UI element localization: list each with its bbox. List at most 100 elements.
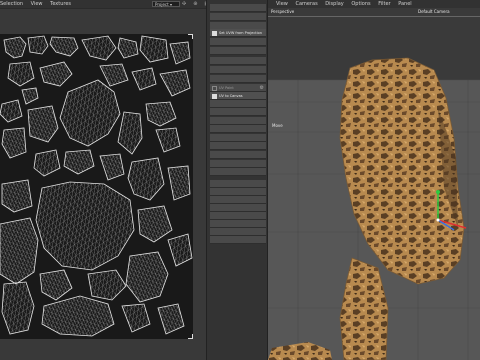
cmd-item[interactable] (210, 66, 266, 74)
gizmo-y-handle (436, 190, 440, 194)
menu-display[interactable]: Display (325, 0, 343, 8)
uv-island (137, 205, 173, 243)
uv-island (21, 87, 39, 105)
cmd-item[interactable] (210, 212, 266, 220)
cmd-label: UV Paint (219, 86, 234, 90)
cmd-item[interactable] (210, 117, 266, 125)
menu-view[interactable]: View (31, 0, 43, 8)
cmd-item[interactable] (210, 142, 266, 150)
uv-island (145, 101, 177, 127)
cmd-set-uvw-from-projection[interactable]: Set UVW from Projection (210, 29, 266, 37)
rock-lower (339, 257, 389, 360)
cmd-item[interactable] (210, 47, 266, 55)
projection-select-value: Project (155, 2, 169, 7)
cmd-item[interactable] (210, 151, 266, 159)
cmd-item[interactable] (210, 188, 266, 196)
checkbox-checked[interactable] (212, 93, 217, 99)
uv-editor-menu: Selection View Textures (0, 0, 77, 8)
menu-textures[interactable]: Textures (50, 0, 71, 8)
cmd-item[interactable] (210, 180, 266, 188)
menu-vp-view[interactable]: View (276, 0, 288, 8)
menu-options[interactable]: Options (351, 0, 370, 8)
menu-filter[interactable]: Filter (378, 0, 390, 8)
uv-island (169, 41, 191, 65)
projection-select[interactable]: Project ▾ (152, 1, 180, 7)
uv-island (127, 157, 165, 201)
gizmo-center (436, 218, 440, 222)
uv-island (27, 105, 59, 143)
uv-island (1, 127, 27, 159)
uv-canvas[interactable] (0, 34, 193, 339)
uv-islands (0, 35, 193, 337)
3d-viewport[interactable]: Perspective Default Camera Move View Tra… (268, 8, 480, 360)
uv-island (49, 36, 79, 57)
uv-island (159, 69, 191, 97)
uv-island (39, 269, 73, 301)
uv-island (3, 36, 27, 59)
cmd-item[interactable] (210, 100, 266, 108)
uv-island (117, 37, 139, 59)
uv-command-panel: Set UVW from Projection UV Paint ⚙ UV to… (206, 0, 268, 360)
uv-island (0, 99, 23, 123)
uv-island (1, 179, 33, 213)
uv-editor-panel (0, 9, 206, 360)
cmd-item[interactable] (210, 4, 266, 12)
zoom-icon[interactable]: ✣ (182, 1, 187, 7)
uv-island (121, 303, 151, 333)
cmd-item[interactable] (210, 204, 266, 212)
uv-island (1, 281, 35, 335)
uv-island (99, 153, 125, 181)
uv-island (39, 61, 73, 87)
uv-toolbar: ✣⊕▣ (182, 1, 209, 7)
uv-island (157, 303, 185, 335)
menu-selection[interactable]: Selection (0, 0, 23, 8)
checkbox[interactable] (212, 85, 217, 91)
menu-panel[interactable]: Panel (398, 0, 412, 8)
uv-island (155, 127, 181, 153)
uv-island (99, 63, 129, 87)
uv-island (35, 181, 135, 271)
cmd-uv-paint[interactable]: UV Paint ⚙ (210, 84, 266, 92)
uv-island (7, 61, 35, 87)
gear-icon[interactable]: ⚙ (260, 84, 264, 91)
chevron-down-icon: ▾ (169, 2, 172, 7)
rock-model[interactable] (268, 8, 480, 360)
uv-bounds-corner (188, 34, 193, 39)
uv-island (63, 149, 95, 175)
cmd-item[interactable] (210, 168, 266, 176)
uv-bounds-corner (188, 334, 193, 339)
checkbox-checked[interactable] (212, 30, 217, 36)
uv-island (0, 217, 39, 285)
cmd-item[interactable] (210, 75, 266, 83)
cmd-item[interactable] (210, 13, 266, 21)
uv-island (81, 35, 117, 61)
uv-island (27, 35, 49, 55)
cmd-item[interactable] (210, 125, 266, 133)
cmd-item[interactable] (210, 134, 266, 142)
cmd-item[interactable] (210, 228, 266, 236)
cmd-uv-to-canvas[interactable]: UV to Canvas (210, 92, 266, 100)
uv-island (131, 67, 157, 91)
rock-base-fragment (268, 342, 332, 360)
cmd-item[interactable] (210, 57, 266, 65)
uv-island (41, 295, 115, 337)
cmd-item[interactable] (210, 38, 266, 46)
uv-island (167, 165, 191, 201)
uv-island (117, 111, 143, 155)
uv-island (139, 35, 169, 63)
cmd-item[interactable] (210, 196, 266, 204)
cmd-label: Set UVW from Projection (219, 31, 262, 35)
cmd-label: UV to Canvas (219, 94, 243, 98)
cmd-item[interactable] (210, 236, 266, 244)
pan-icon[interactable]: ⊕ (193, 1, 198, 7)
uv-island (167, 233, 193, 267)
cmd-item[interactable] (210, 108, 266, 116)
cmd-item[interactable] (210, 220, 266, 228)
viewport-menu: View Cameras Display Options Filter Pane… (276, 0, 418, 8)
uv-island (33, 149, 61, 177)
menu-cameras[interactable]: Cameras (295, 0, 317, 8)
uv-island (125, 251, 169, 303)
cmd-item[interactable] (210, 160, 266, 168)
uv-island (87, 269, 127, 301)
uv-island (59, 79, 121, 147)
